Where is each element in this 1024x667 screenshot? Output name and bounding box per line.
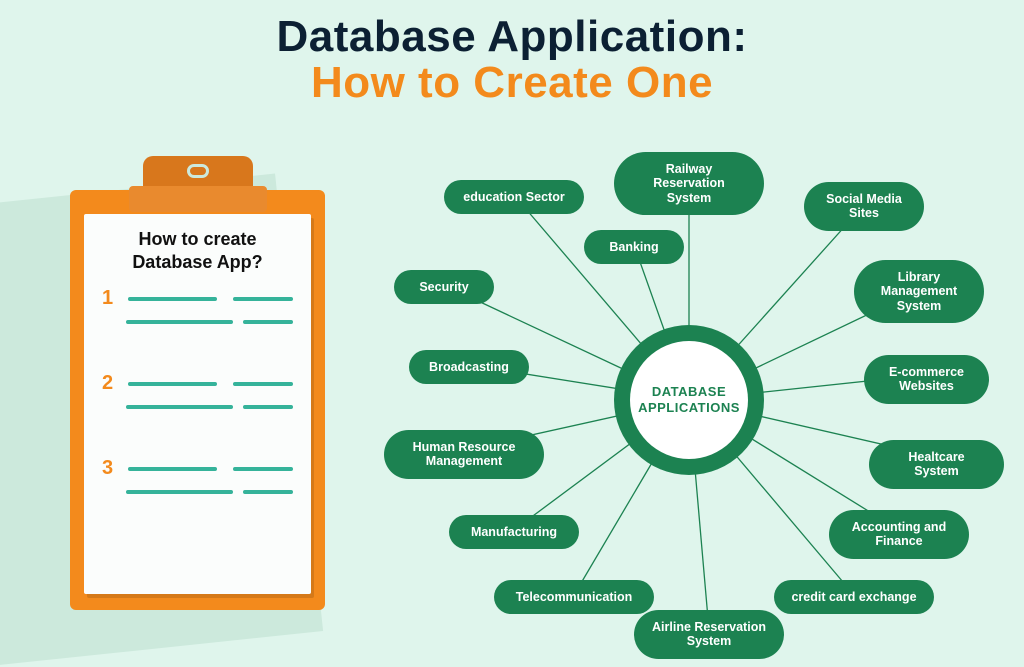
step-number: 2 <box>102 372 118 395</box>
step-placeholder-line <box>233 467 293 471</box>
mindmap-node: Library Management System <box>854 260 984 323</box>
title-line-1: Database Application: <box>0 14 1024 60</box>
mindmap-hub: DATABASE APPLICATIONS <box>614 325 764 475</box>
step-placeholder-line <box>126 405 233 409</box>
hub-text-2: APPLICATIONS <box>638 400 740 416</box>
clip-bar <box>129 186 267 212</box>
mindmap-node: Banking <box>584 230 684 264</box>
step-placeholder-line <box>128 467 217 471</box>
mindmap-node: Security <box>394 270 494 304</box>
step-placeholder-line <box>243 320 293 324</box>
step-3: 3 <box>102 457 293 494</box>
step-placeholder-line <box>126 320 233 324</box>
step-placeholder-line <box>128 382 217 386</box>
step-2: 2 <box>102 372 293 409</box>
step-1: 1 <box>102 287 293 324</box>
step-placeholder-line <box>126 490 233 494</box>
mindmap-node: Railway Reservation System <box>614 152 764 215</box>
page-title: Database Application: How to Create One <box>0 0 1024 106</box>
mindmap-hub-label: DATABASE APPLICATIONS <box>630 341 748 459</box>
clipboard-heading: How to create Database App? <box>102 228 293 273</box>
step-number: 1 <box>102 287 118 310</box>
mindmap-node: E-commerce Websites <box>864 355 989 404</box>
mindmap-node: Accounting and Finance <box>829 510 969 559</box>
mindmap: DATABASE APPLICATIONS education Sector R… <box>374 140 1004 660</box>
hub-text-1: DATABASE <box>652 384 726 400</box>
mindmap-node: Healtcare System <box>869 440 1004 489</box>
step-placeholder-line <box>128 297 217 301</box>
clipboard-clip <box>143 156 253 212</box>
title-line-2: How to Create One <box>0 60 1024 106</box>
clip-hole <box>187 164 209 178</box>
mindmap-node: credit card exchange <box>774 580 934 614</box>
mindmap-node: Social Media Sites <box>804 182 924 231</box>
mindmap-node: Manufacturing <box>449 515 579 549</box>
clipboard-paper: How to create Database App? 1 2 <box>84 214 311 594</box>
mindmap-node: Airline Reservation System <box>634 610 784 659</box>
step-number: 3 <box>102 457 118 480</box>
mindmap-node: Telecommunication <box>494 580 654 614</box>
mindmap-node: Broadcasting <box>409 350 529 384</box>
step-placeholder-line <box>243 405 293 409</box>
clipboard: How to create Database App? 1 2 <box>70 190 325 610</box>
mindmap-node: education Sector <box>444 180 584 214</box>
step-placeholder-line <box>233 382 293 386</box>
mindmap-node: Human Resource Management <box>384 430 544 479</box>
step-placeholder-line <box>233 297 293 301</box>
step-placeholder-line <box>243 490 293 494</box>
